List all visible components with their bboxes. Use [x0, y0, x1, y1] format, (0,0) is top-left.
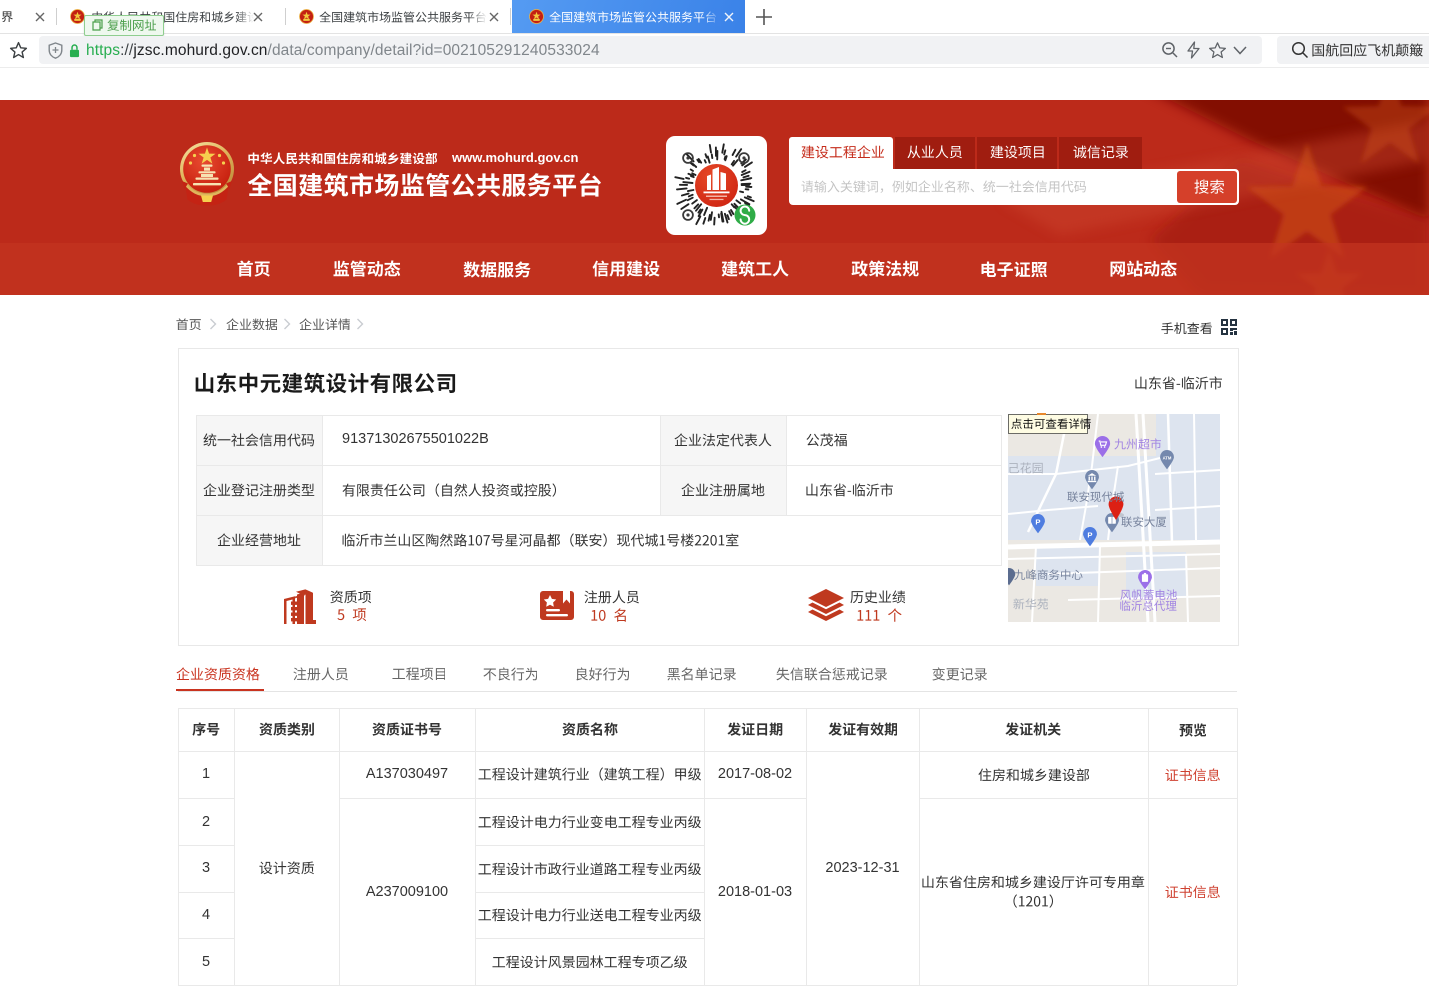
svg-text:ATM: ATM [1163, 456, 1172, 461]
svg-text:P: P [1087, 530, 1092, 539]
svg-text:P: P [1035, 517, 1040, 526]
